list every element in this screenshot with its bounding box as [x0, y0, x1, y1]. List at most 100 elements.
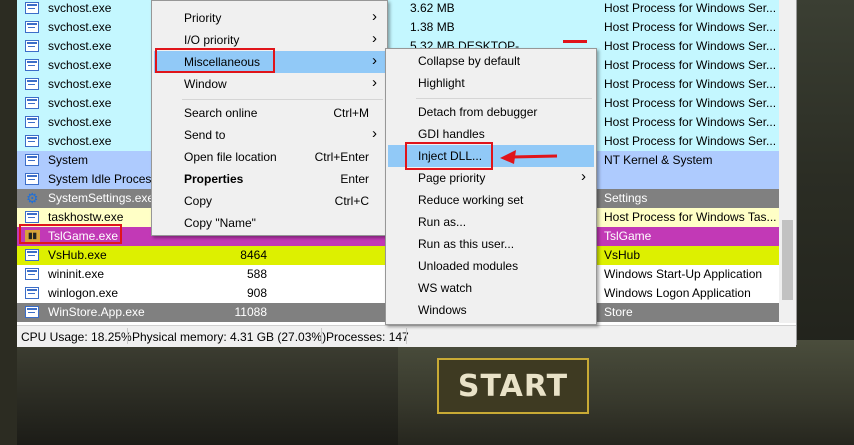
menu-item-label: Copy [184, 194, 213, 208]
menu-separator [182, 99, 383, 100]
process-icon [25, 268, 39, 280]
menu-item-label: Run as... [418, 215, 467, 229]
menu-item-search-online[interactable]: Search online Ctrl+M [154, 102, 385, 124]
chevron-right-icon: › [372, 74, 377, 91]
redaction-mark [563, 40, 587, 43]
inject-dll-highlight-box [405, 142, 493, 170]
table-row[interactable]: svchost.exe 1.38 MB Host Process for Windo… [17, 18, 796, 37]
menu-item-label: Send to [184, 128, 226, 142]
process-name: SystemSettings.exe [48, 191, 155, 205]
process-context-menu: Priority › I/O priority › Miscellaneous › Wind… [151, 0, 388, 236]
cpu-usage-label: CPU Usage: 18.25% [21, 330, 132, 344]
menu-item-shortcut: Ctrl+C [334, 194, 369, 208]
process-description: VsHub [604, 248, 641, 262]
chevron-right-icon: › [372, 8, 377, 25]
chevron-right-icon: › [372, 125, 377, 142]
game-scenery [0, 345, 398, 445]
menu-item-label: Priority [184, 11, 222, 25]
menu-item-open-file-location[interactable]: Open file location Ctrl+Enter [154, 146, 385, 168]
menu-item-label: Unloaded modules [418, 259, 519, 273]
process-name: wininit.exe [48, 267, 105, 281]
menu-item-page-priority[interactable]: Page priority › [388, 167, 594, 189]
process-name: taskhostw.exe [48, 210, 124, 224]
process-description: NT Kernel & System [604, 153, 713, 167]
menu-item-label: Properties [184, 172, 244, 186]
process-name: System Idle Process [48, 172, 158, 186]
status-divider [406, 328, 407, 344]
menu-item-label: WS watch [418, 281, 473, 295]
process-name: svchost.exe [48, 39, 112, 53]
process-description: TslGame [604, 229, 652, 243]
menu-item-label: Windows [418, 303, 467, 317]
scrollbar-thumb[interactable] [782, 220, 793, 300]
menu-item-window[interactable]: Window › [154, 73, 385, 95]
menu-item-priority[interactable]: Priority › [154, 7, 385, 29]
menu-item-copy[interactable]: Copy Ctrl+C [154, 190, 385, 212]
menu-item-label: Copy "Name" [184, 216, 256, 230]
menu-item-collapse-by-default[interactable]: Collapse by default [388, 50, 594, 72]
menu-item-reduce-working-set[interactable]: Reduce working set [388, 189, 594, 211]
gear-icon: ⚙ [26, 190, 39, 206]
menu-item-properties[interactable]: Properties Enter [154, 168, 385, 190]
process-description: Store [604, 305, 633, 319]
process-name: VsHub.exe [48, 248, 107, 262]
process-name: svchost.exe [48, 115, 112, 129]
menu-item-label: Detach from debugger [418, 105, 538, 119]
status-bar: CPU Usage: 18.25% Physical memory: 4.31 … [17, 325, 796, 347]
process-icon [25, 306, 39, 318]
menu-item-label: GDI handles [418, 127, 485, 141]
process-name: svchost.exe [48, 96, 112, 110]
process-memory: 1.38 MB [410, 20, 455, 34]
process-description: Host Process for Windows Ser... [604, 1, 777, 15]
menu-item-detach-from-debugger[interactable]: Detach from debugger [388, 101, 594, 123]
menu-item-label: Page priority [418, 171, 486, 185]
tslgame-highlight-box [19, 224, 122, 244]
chevron-right-icon: › [372, 30, 377, 47]
process-description: Host Process for Windows Ser... [604, 115, 777, 129]
start-button[interactable]: START [437, 358, 589, 414]
menu-item-label: Window [184, 77, 227, 91]
miscellaneous-highlight-box [155, 48, 275, 73]
process-pid: 8464 [240, 248, 267, 262]
menu-item-ws-watch[interactable]: WS watch [388, 277, 594, 299]
menu-item-run-as[interactable]: Run as... [388, 211, 594, 233]
process-name: svchost.exe [48, 58, 112, 72]
menu-item-shortcut: Ctrl+Enter [314, 150, 369, 164]
process-name: svchost.exe [48, 1, 112, 15]
pointer-arrow-icon [500, 150, 558, 164]
process-description: Windows Logon Application [604, 286, 751, 300]
menu-item-windows[interactable]: Windows [388, 299, 594, 321]
process-name: svchost.exe [48, 20, 112, 34]
process-icon [25, 154, 39, 166]
process-description: Host Process for Windows Ser... [604, 39, 777, 53]
menu-separator [416, 98, 592, 99]
process-icon [25, 78, 39, 90]
process-icon [25, 211, 39, 223]
menu-item-run-as-this-user[interactable]: Run as this user... [388, 233, 594, 255]
process-memory: 3.62 MB [410, 1, 455, 15]
menu-item-label: Run as this user... [418, 237, 515, 251]
menu-item-send-to[interactable]: Send to › [154, 124, 385, 146]
table-row[interactable]: svchost.exe 3.62 MB Host Process for Windo… [17, 0, 796, 18]
process-name: System [48, 153, 89, 167]
menu-item-unloaded-modules[interactable]: Unloaded modules [388, 255, 594, 277]
process-name: winlogon.exe [48, 286, 119, 300]
process-name: svchost.exe [48, 77, 112, 91]
process-description: Host Process for Windows Ser... [604, 20, 777, 34]
process-count-label: Processes: 147 [326, 330, 409, 344]
process-name: svchost.exe [48, 134, 112, 148]
menu-item-label: Search online [184, 106, 258, 120]
process-icon [25, 173, 39, 185]
menu-item-copy-name[interactable]: Copy "Name" [154, 212, 385, 234]
process-pid: 588 [246, 267, 267, 281]
menu-item-highlight[interactable]: Highlight [388, 72, 594, 94]
physical-memory-label: Physical memory: 4.31 GB (27.03%) [132, 330, 327, 344]
process-icon [25, 59, 39, 71]
menu-item-label: I/O priority [184, 33, 240, 47]
menu-item-label: Highlight [418, 76, 465, 90]
process-description: Host Process for Windows Ser... [604, 58, 777, 72]
process-icon [25, 40, 39, 52]
status-divider [127, 328, 128, 344]
vertical-scrollbar[interactable] [779, 0, 796, 323]
process-icon [25, 21, 39, 33]
